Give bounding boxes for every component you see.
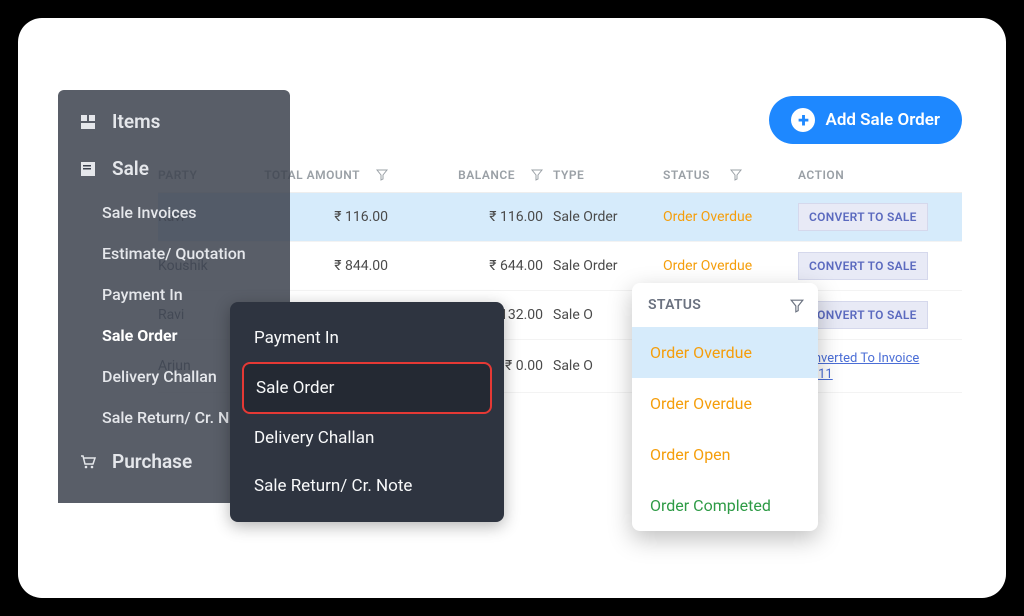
sidebar-label: Purchase (112, 450, 192, 473)
col-header-action: ACTION (798, 168, 958, 182)
action-cell: Converted To Invoice No.11 (798, 350, 958, 382)
add-sale-order-label: Add Sale Order (825, 110, 940, 130)
sidebar-subitem[interactable]: Estimate/ Quotation (58, 233, 290, 274)
filter-icon[interactable] (730, 169, 742, 181)
status-filter-popover: STATUS Order OverdueOrder OverdueOrder O… (632, 283, 818, 531)
sidebar-item-items[interactable]: Items (58, 98, 290, 145)
status-option[interactable]: Order Overdue (632, 378, 818, 429)
filter-icon[interactable] (531, 169, 543, 181)
balance-cell: ₹ 644.00 (398, 258, 553, 274)
sale-submenu-popover: Payment InSale OrderDelivery ChallanSale… (230, 302, 504, 522)
plus-icon: + (791, 108, 815, 132)
filter-icon[interactable] (790, 299, 802, 311)
sale-icon (78, 160, 98, 178)
sidebar-subitem[interactable]: Sale Invoices (58, 192, 290, 233)
convert-to-sale-button[interactable]: CONVERT TO SALE (798, 252, 928, 280)
submenu-item[interactable]: Sale Return/ Cr. Note (242, 462, 492, 510)
submenu-item[interactable]: Payment In (242, 314, 492, 362)
status-option[interactable]: Order Completed (632, 480, 818, 531)
col-header-status[interactable]: STATUS (663, 168, 798, 182)
action-cell: CONVERT TO SALE (798, 301, 958, 329)
balance-cell: ₹ 116.00 (398, 209, 553, 225)
type-cell: Sale Order (553, 209, 663, 225)
sidebar-item-sale[interactable]: Sale (58, 145, 290, 192)
status-popover-header: STATUS (632, 283, 818, 327)
status-cell: Order Overdue (663, 209, 798, 225)
cart-icon (78, 453, 98, 471)
sidebar-label: Items (112, 110, 160, 133)
col-header-type: TYPE (553, 168, 663, 182)
type-cell: Sale Order (553, 258, 663, 274)
add-sale-order-button[interactable]: + Add Sale Order (769, 96, 962, 144)
submenu-item[interactable]: Sale Order (242, 362, 492, 414)
filter-icon[interactable] (376, 169, 388, 181)
action-cell: CONVERT TO SALE (798, 203, 958, 231)
col-header-balance[interactable]: BALANCE (398, 168, 553, 182)
convert-to-sale-button[interactable]: CONVERT TO SALE (798, 203, 928, 231)
sidebar-label: Sale (112, 157, 149, 180)
items-icon (78, 113, 98, 131)
action-cell: CONVERT TO SALE (798, 252, 958, 280)
status-option[interactable]: Order Overdue (632, 327, 818, 378)
app-frame: + Add Sale Order PARTY TOTAL AMOUNT BALA… (18, 18, 1006, 598)
status-cell: Order Overdue (663, 258, 798, 274)
submenu-item[interactable]: Delivery Challan (242, 414, 492, 462)
status-option[interactable]: Order Open (632, 429, 818, 480)
